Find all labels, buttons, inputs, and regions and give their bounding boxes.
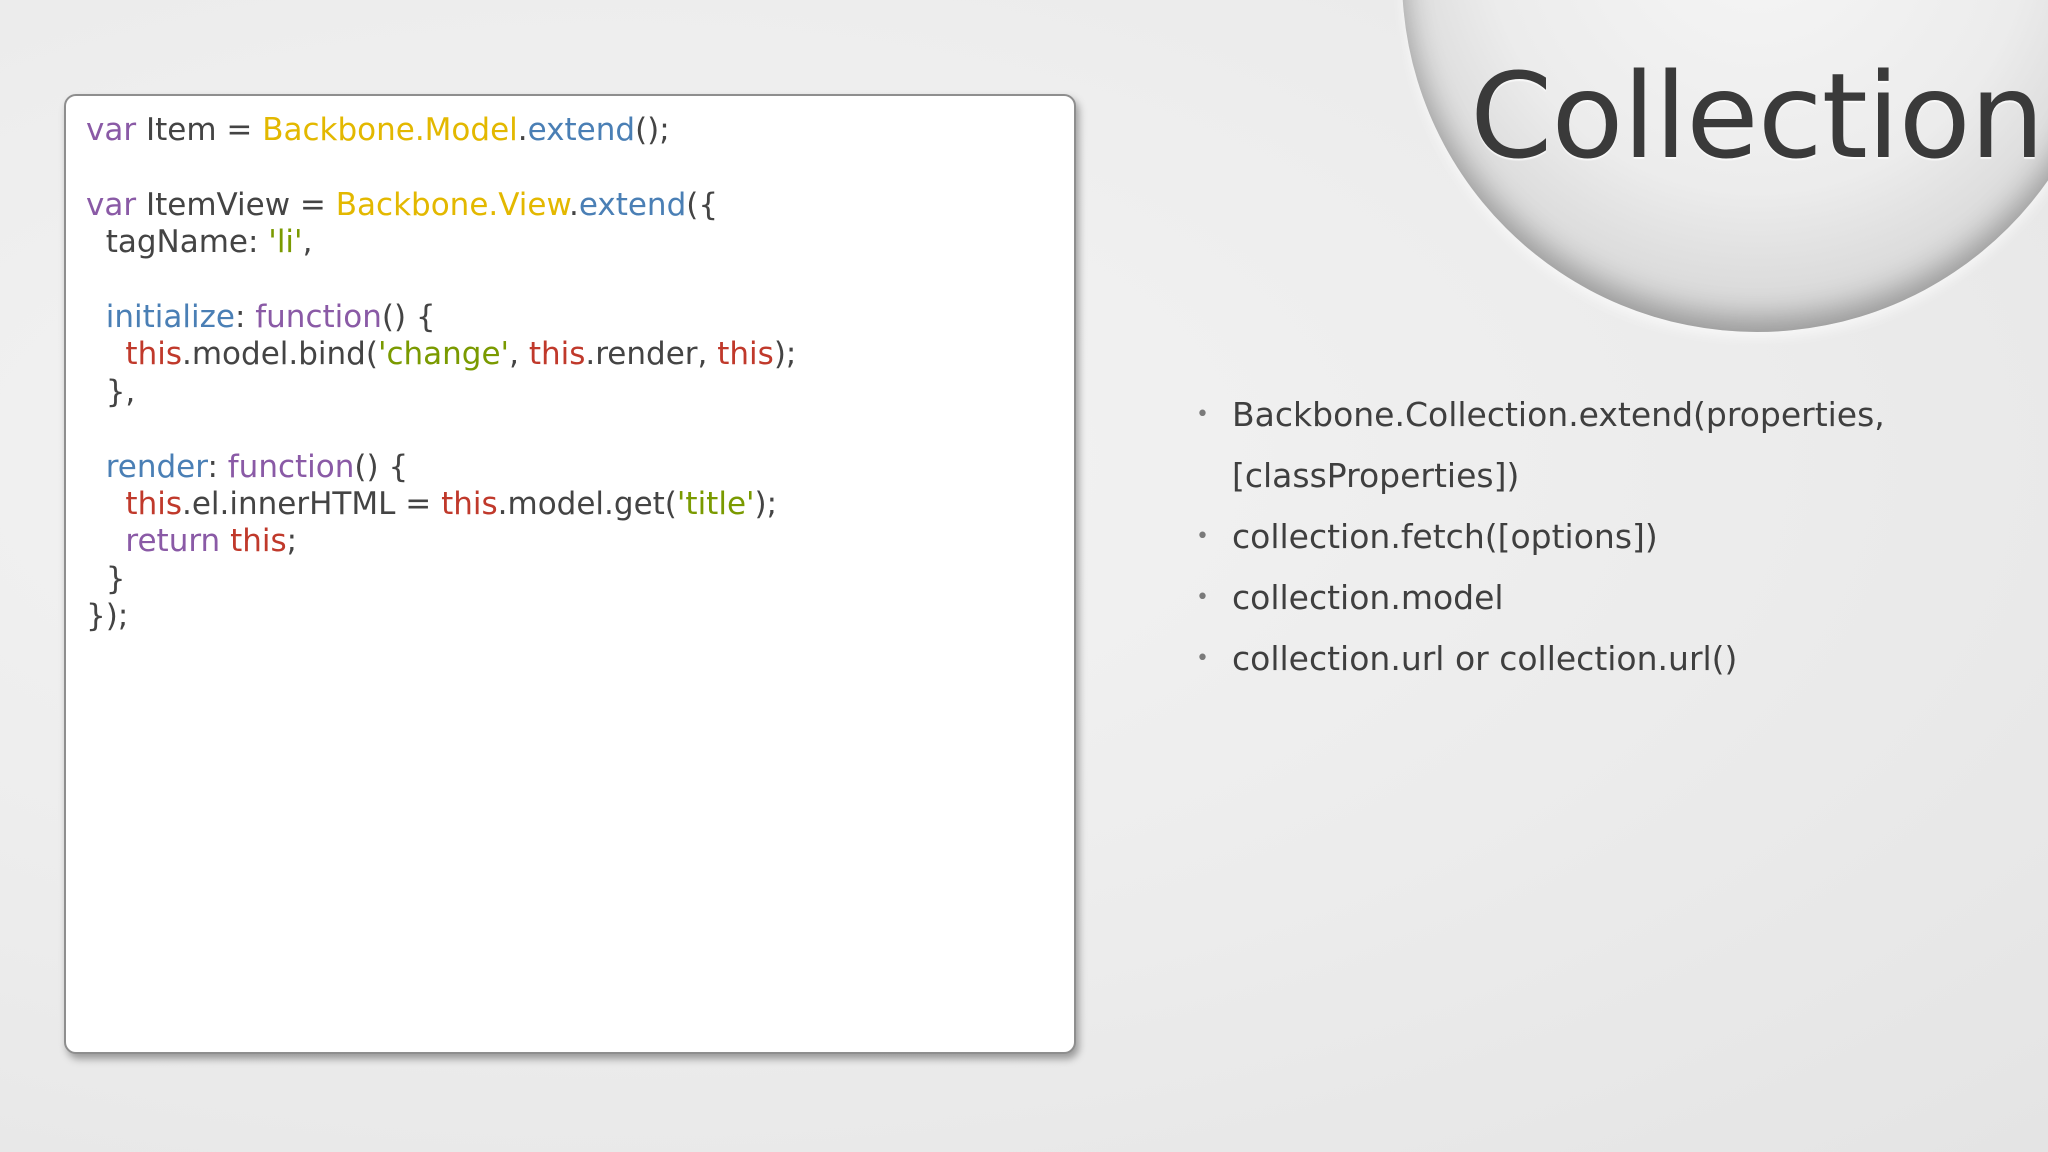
code-token: extend	[527, 112, 636, 148]
code-token: .render,	[585, 336, 718, 373]
code-token: }	[86, 560, 126, 597]
code-line: this.model.bind('change', this.render, t…	[86, 336, 796, 373]
code-token: },	[86, 373, 136, 410]
code-line: ​	[86, 262, 796, 299]
code-line: var ItemView = Backbone.View.extend({	[86, 187, 796, 224]
code-token: this	[125, 336, 182, 373]
code-token: () {	[354, 448, 409, 485]
bullet-dot-icon: •	[1196, 402, 1209, 427]
bullet-dot-icon: •	[1196, 585, 1209, 610]
code-token: function	[255, 298, 382, 335]
code-token: Item =	[136, 112, 263, 148]
code-token: this	[441, 485, 498, 522]
code-token: () {	[381, 298, 436, 335]
bullet-text: collection.url or collection.url()	[1232, 639, 1738, 678]
code-token: .el.innerHTML =	[182, 485, 442, 522]
code-line: },	[86, 374, 796, 411]
slide: Collection var Item = Backbone.Model.ext…	[0, 0, 2048, 1152]
code-token: );	[773, 336, 797, 373]
bullet-text: collection.model	[1232, 578, 1504, 617]
code-token: Backbone.View	[335, 186, 569, 223]
code-token: 'change'	[377, 336, 510, 373]
code-token: 'title'	[676, 485, 755, 522]
bullet-text: collection.fetch([options])	[1232, 517, 1658, 556]
bullet-list: • Backbone.Collection.extend(properties, …	[1196, 384, 2036, 689]
code-line: return this;	[86, 523, 796, 560]
code-line: this.el.innerHTML = this.model.get('titl…	[86, 486, 796, 523]
slide-title: Collection	[1470, 47, 2045, 185]
code-token: var	[86, 186, 137, 223]
code-token: function	[227, 448, 355, 485]
code-token: return	[125, 523, 221, 560]
code-token: tagName:	[86, 224, 269, 261]
code-token: initialize	[105, 298, 235, 335]
code-line: ​	[86, 411, 796, 448]
code-token: .model.bind(	[182, 336, 378, 373]
bullet-dot-icon: •	[1196, 524, 1209, 549]
bullet-item: • collection.url or collection.url()	[1196, 628, 2036, 689]
code-token: .	[568, 186, 579, 223]
code-line: ​	[86, 149, 796, 186]
code-token: this	[528, 336, 586, 373]
code-token: ;	[286, 523, 298, 560]
bullet-item: • collection.model	[1196, 567, 2036, 628]
code-line: }	[86, 561, 796, 598]
code-token: ();	[635, 112, 670, 148]
code-token: .	[517, 112, 528, 148]
code-token: });	[86, 598, 129, 635]
code-token: Backbone.Model	[262, 112, 518, 148]
code-line: render: function() {	[86, 449, 796, 486]
code-token: this	[230, 523, 287, 560]
bullet-item: • collection.fetch([options])	[1196, 506, 2036, 567]
bullet-text: Backbone.Collection.extend(properties, […	[1232, 395, 1885, 495]
code-line: tagName: 'li',	[86, 224, 796, 261]
code-token: .model.get(	[497, 485, 677, 522]
code-token: render	[105, 448, 208, 485]
code-token: extend	[578, 186, 687, 223]
code-token: this	[125, 485, 182, 522]
bullet-item: • Backbone.Collection.extend(properties, …	[1196, 384, 2036, 506]
code-token: ({	[686, 186, 719, 223]
code-token: ,	[509, 336, 529, 373]
code-line: initialize: function() {	[86, 299, 796, 336]
code-token: :	[207, 448, 228, 485]
code-token: ,	[302, 224, 313, 261]
code-line: });	[86, 598, 796, 635]
code-token: var	[86, 112, 137, 148]
code-panel: var Item = Backbone.Model.extend();​var …	[64, 94, 1076, 1054]
code-token: ItemView =	[136, 186, 336, 223]
code-token: :	[234, 298, 256, 335]
code-token: this	[717, 336, 774, 373]
code-line: var Item = Backbone.Model.extend();	[86, 112, 796, 149]
code-token: 'li'	[268, 224, 303, 261]
bullet-dot-icon: •	[1196, 646, 1209, 671]
code-token: );	[754, 485, 778, 522]
code-block: var Item = Backbone.Model.extend();​var …	[86, 112, 796, 635]
